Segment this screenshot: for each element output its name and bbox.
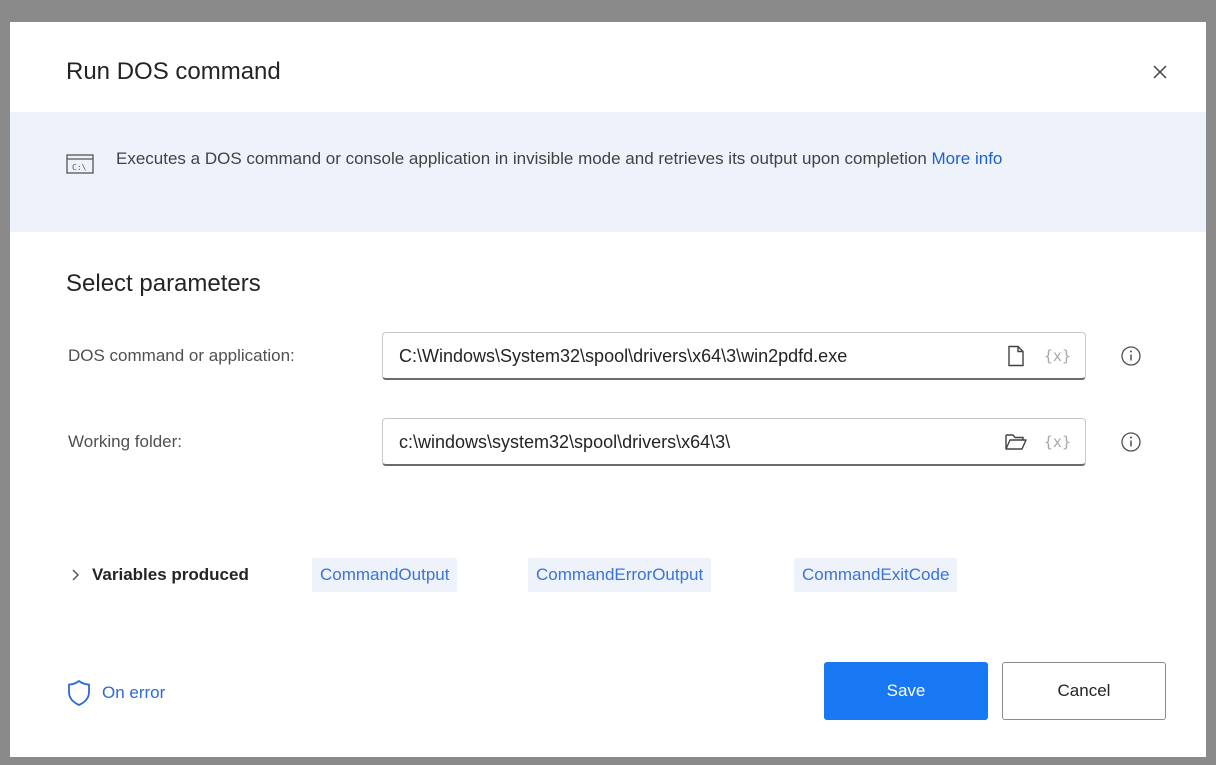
chevron-right-icon — [72, 569, 79, 581]
variable-chip-command-error-output[interactable]: CommandErrorOutput — [528, 558, 712, 592]
more-info-link[interactable]: More info — [932, 149, 1003, 168]
file-icon — [1008, 345, 1024, 367]
working-folder-input[interactable]: c:\windows\system32\spool\drivers\x64\3\… — [382, 418, 1086, 466]
dos-command-label: DOS command or application: — [68, 346, 295, 365]
file-picker-button[interactable] — [1003, 344, 1029, 368]
dialog-title: Run DOS command — [66, 58, 281, 85]
info-icon[interactable] — [1120, 345, 1142, 367]
dos-command-input[interactable]: C:\Windows\System32\spool\drivers\x64\3\… — [382, 332, 1086, 380]
shield-icon — [68, 680, 90, 706]
close-icon — [1153, 65, 1167, 79]
cancel-button[interactable]: Cancel — [1002, 662, 1166, 720]
console-icon: C:\ — [66, 154, 94, 174]
close-button[interactable] — [1140, 52, 1180, 92]
variable-chip-command-exit-code[interactable]: CommandExitCode — [794, 558, 958, 592]
run-dos-command-dialog: Run DOS command C:\ Executes a DOS comma… — [10, 22, 1206, 757]
info-icon[interactable] — [1120, 431, 1142, 453]
variables-produced-label: Variables produced — [92, 565, 249, 584]
variables-produced-row: Variables produced — [70, 562, 249, 588]
working-folder-label: Working folder: — [68, 432, 183, 451]
banner-description: Executes a DOS command or console applic… — [116, 145, 1106, 172]
working-folder-value: c:\windows\system32\spool\drivers\x64\3\ — [399, 432, 731, 452]
variables-produced-toggle[interactable]: Variables produced — [70, 565, 249, 585]
section-title: Select parameters — [66, 270, 261, 297]
folder-icon — [1005, 434, 1027, 450]
on-error-label: On error — [102, 683, 166, 702]
svg-text:C:\: C:\ — [72, 163, 87, 172]
banner-description-text: Executes a DOS command or console applic… — [116, 149, 927, 168]
variable-chip-command-output[interactable]: CommandOutput — [312, 558, 458, 592]
insert-variable-button[interactable]: {x} — [1044, 432, 1071, 452]
save-button[interactable]: Save — [824, 662, 988, 720]
on-error-button[interactable]: On error — [66, 679, 165, 707]
insert-variable-button[interactable]: {x} — [1044, 346, 1071, 366]
dos-command-value: C:\Windows\System32\spool\drivers\x64\3\… — [399, 346, 848, 366]
info-banner: C:\ Executes a DOS command or console ap… — [10, 112, 1206, 232]
folder-picker-button[interactable] — [1003, 430, 1029, 454]
